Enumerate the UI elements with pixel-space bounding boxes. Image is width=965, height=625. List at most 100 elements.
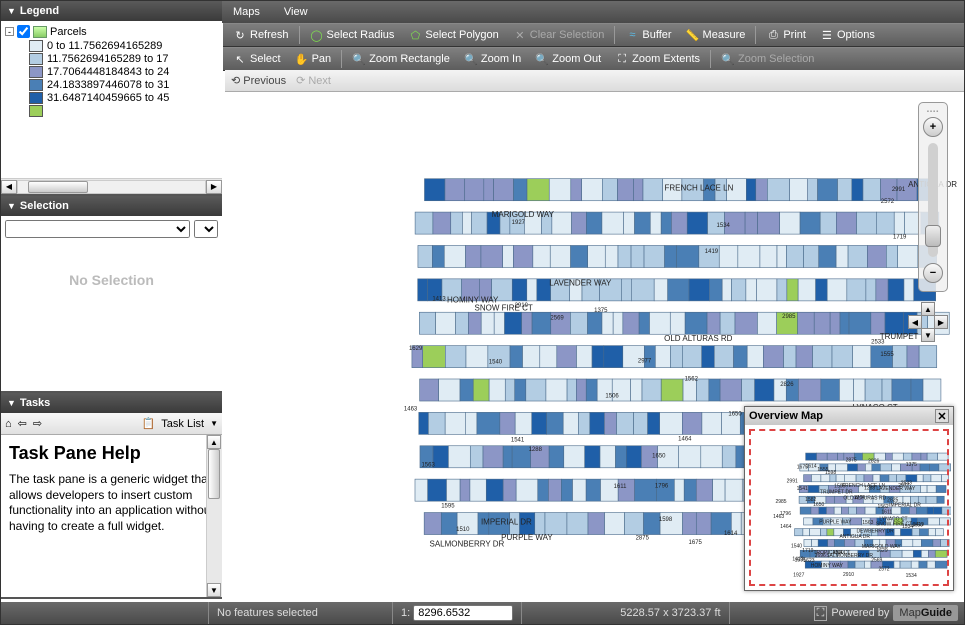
buffer-button[interactable]: ≈Buffer — [619, 26, 677, 44]
sidebar: ▼Legend - Parcels 0 to 11.7562694165289 … — [1, 1, 222, 599]
overview-header[interactable]: Overview Map ✕ — [745, 407, 953, 425]
tasks-vscroll[interactable]: ▲ ▼ — [206, 435, 222, 597]
swatch-icon — [29, 40, 43, 52]
svg-text:1375: 1375 — [594, 308, 608, 314]
swatch-icon — [29, 92, 43, 104]
legend-body: - Parcels 0 to 11.7562694165289 11.75626… — [1, 21, 222, 194]
task-content: Task Pane Help The task pane is a generi… — [1, 435, 222, 597]
home-icon[interactable]: ⌂ — [5, 418, 12, 430]
print-icon: ⎙ — [766, 28, 780, 42]
menu-maps[interactable]: Maps — [233, 6, 260, 18]
zoom-in-plus-button[interactable]: + — [923, 117, 943, 137]
back-icon[interactable]: ⇦ — [18, 417, 27, 430]
expand-icon[interactable]: ⛶ — [814, 606, 828, 621]
select-polygon-button[interactable]: ⬠Select Polygon — [402, 26, 504, 44]
zoom-out-minus-button[interactable]: − — [923, 263, 943, 283]
selection-dropdown-2[interactable] — [194, 220, 218, 238]
circle-icon: ◯ — [310, 28, 324, 42]
selection-dropdown-1[interactable] — [5, 220, 190, 238]
pan-up-button[interactable]: ▲ — [921, 302, 935, 316]
svg-text:1288: 1288 — [529, 447, 543, 453]
pan-button[interactable]: ✋Pan — [289, 50, 338, 68]
task-list-icon[interactable]: 📋 — [142, 417, 156, 430]
svg-text:1506: 1506 — [605, 393, 619, 399]
select-radius-button[interactable]: ◯Select Radius — [304, 26, 401, 44]
overview-body[interactable]: OLD ALTURAS RDLYNACO CTTROPICANA CTLAVEN… — [745, 425, 953, 590]
previous-icon: ⟲ — [231, 75, 240, 87]
svg-text:SALMONBERRY DR: SALMONBERRY DR — [429, 539, 504, 548]
zoom-slider[interactable]: ▪▪▪▪ + − — [918, 102, 948, 292]
status-powered: ⛶ Powered by MapGuide — [808, 605, 964, 621]
scroll-thumb[interactable] — [208, 449, 220, 499]
zoom-in-button[interactable]: 🔍Zoom In — [458, 50, 527, 68]
measure-button[interactable]: 📏Measure — [680, 26, 752, 44]
minus-icon[interactable]: - — [5, 27, 14, 36]
legend-item: 0 to 11.7562694165289 — [29, 40, 218, 52]
status-features: No features selected — [209, 602, 393, 624]
scroll-thumb[interactable] — [28, 181, 88, 193]
overview-map[interactable]: Overview Map ✕ OLD ALTURAS RDLYNACO CTTR… — [744, 406, 954, 591]
svg-text:1629: 1629 — [409, 346, 423, 352]
zoom-extents-button[interactable]: ⛶Zoom Extents — [609, 50, 706, 68]
svg-text:1650: 1650 — [652, 453, 666, 459]
print-button[interactable]: ⎙Print — [760, 26, 812, 44]
zoom-rectangle-button[interactable]: 🔍Zoom Rectangle — [346, 50, 456, 68]
tasks-panel: ▼Tasks ⌂ ⇦ ⇨ 📋 Task List ▼ Task Pane Hel… — [1, 393, 222, 599]
zoom-selection-button[interactable]: 🔍Zoom Selection — [715, 50, 820, 68]
status-bar: No features selected 1: 5228.57 x 3723.3… — [1, 602, 964, 624]
forward-icon[interactable]: ⇨ — [33, 417, 42, 430]
clear-selection-button[interactable]: ✕Clear Selection — [507, 26, 611, 44]
zoom-track[interactable] — [928, 143, 938, 257]
pan-down-button[interactable]: ▼ — [921, 328, 935, 342]
map-canvas[interactable]: OLD ALTURAS RDLYNACO CTTROPICANA CTLAVEN… — [225, 92, 964, 601]
svg-text:2977: 2977 — [638, 358, 652, 364]
overview-extent-box[interactable] — [749, 429, 949, 586]
no-selection-text: No Selection — [1, 272, 222, 288]
legend-layer-root[interactable]: - Parcels — [5, 25, 218, 38]
status-left-spacer — [1, 602, 209, 624]
grip-icon[interactable]: ▪▪▪▪ — [927, 109, 940, 115]
scale-input[interactable] — [413, 605, 513, 621]
selection-title: Selection — [20, 200, 69, 212]
scroll-down-icon[interactable]: ▼ — [207, 583, 221, 597]
svg-text:IMPERIAL DR: IMPERIAL DR — [481, 517, 532, 526]
svg-text:1463: 1463 — [404, 407, 418, 413]
svg-text:1598: 1598 — [659, 517, 673, 523]
svg-text:1595: 1595 — [441, 503, 455, 509]
scroll-up-icon[interactable]: ▲ — [207, 435, 221, 449]
svg-text:MARIGOLD WAY: MARIGOLD WAY — [492, 210, 555, 219]
tasks-body: ⌂ ⇦ ⇨ 📋 Task List ▼ Task Pane Help The t… — [1, 413, 222, 597]
svg-text:1650: 1650 — [728, 411, 742, 417]
svg-text:1563: 1563 — [421, 463, 435, 469]
refresh-button[interactable]: ↻Refresh — [227, 26, 295, 44]
legend-item: 17.7064448184843 to 24 — [29, 66, 218, 78]
previous-button[interactable]: ⟲ Previous — [231, 74, 286, 87]
chevron-down-icon: ▼ — [7, 201, 16, 211]
next-button[interactable]: ⟳ Next — [296, 74, 331, 87]
legend-hscroll[interactable]: ◀ ▶ — [1, 178, 222, 194]
svg-text:1614: 1614 — [724, 531, 738, 537]
task-list-label[interactable]: Task List — [161, 418, 204, 430]
zoom-out-button[interactable]: 🔍Zoom Out — [529, 50, 607, 68]
hand-icon: ✋ — [295, 52, 309, 66]
layer-checkbox[interactable] — [17, 25, 30, 38]
selection-header[interactable]: ▼ Selection — [1, 196, 222, 216]
select-button[interactable]: ↖Select — [227, 50, 287, 68]
chevron-down-icon: ▼ — [7, 398, 16, 408]
tasks-header[interactable]: ▼Tasks — [1, 393, 222, 413]
buffer-icon: ≈ — [625, 28, 639, 42]
pan-right-button[interactable]: ▶ — [934, 315, 948, 329]
scroll-left-icon[interactable]: ◀ — [1, 180, 17, 194]
scroll-right-icon[interactable]: ▶ — [206, 180, 222, 194]
close-icon[interactable]: ✕ — [935, 409, 949, 423]
svg-text:2826: 2826 — [780, 382, 794, 388]
chevron-down-icon[interactable]: ▼ — [210, 419, 218, 428]
pan-left-button[interactable]: ◀ — [908, 315, 922, 329]
svg-text:PURPLE WAY: PURPLE WAY — [501, 533, 553, 542]
svg-text:2985: 2985 — [782, 314, 796, 320]
zoom-thumb[interactable] — [925, 225, 941, 247]
menu-view[interactable]: View — [284, 6, 308, 18]
options-button[interactable]: ☰Options — [814, 26, 881, 44]
status-extent: 5228.57 x 3723.37 ft — [612, 602, 729, 624]
legend-header[interactable]: ▼Legend — [1, 1, 222, 21]
